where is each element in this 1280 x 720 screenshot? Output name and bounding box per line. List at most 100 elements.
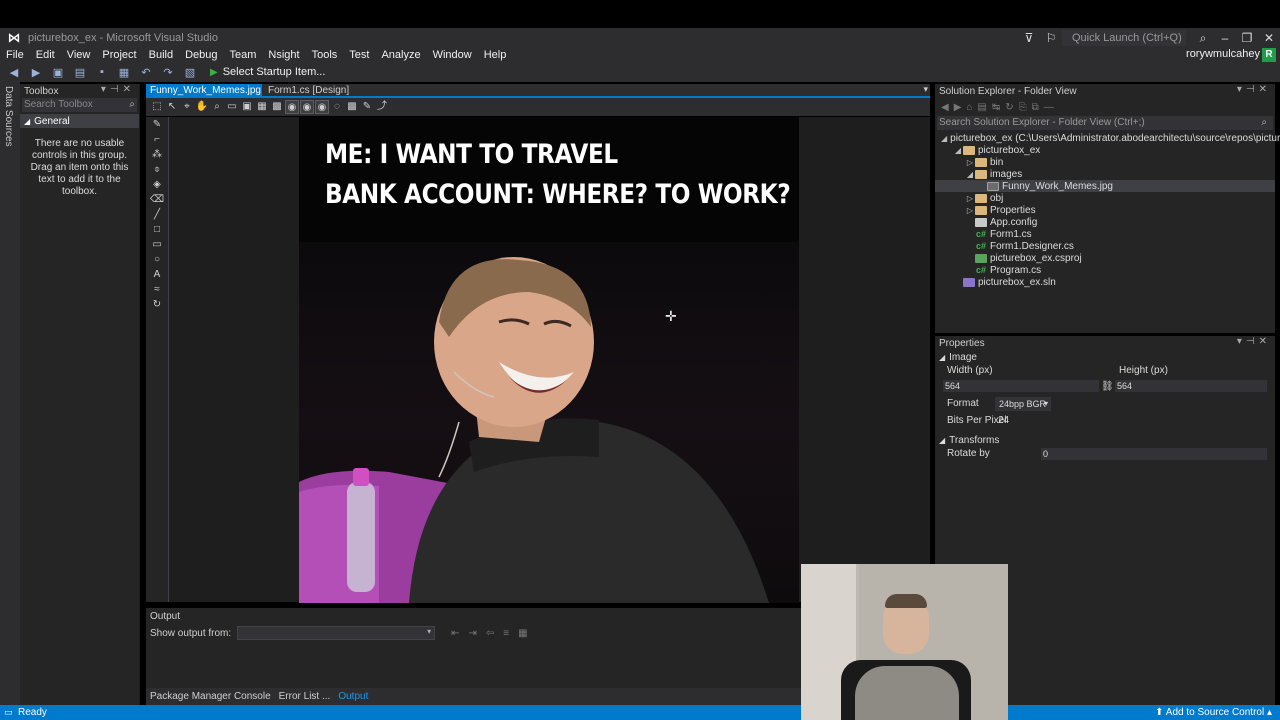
undo-icon[interactable]: ↶ bbox=[138, 64, 154, 80]
brush-icon[interactable]: ⌐ bbox=[146, 132, 168, 147]
tree-item[interactable]: Funny_Work_Memes.jpg bbox=[935, 180, 1275, 192]
panel-pin-close-icons[interactable]: ▾⊣✕ bbox=[101, 84, 135, 95]
account-name[interactable]: rorywmulcahey bbox=[1186, 48, 1260, 60]
filter-icon[interactable]: ⊽ bbox=[1018, 31, 1040, 45]
open-icon[interactable]: ▤ bbox=[72, 64, 88, 80]
new-project-icon[interactable]: ▣ bbox=[50, 64, 66, 80]
menu-window[interactable]: Window bbox=[427, 48, 478, 62]
rounded-rectangle-icon[interactable]: ▭ bbox=[146, 237, 168, 252]
minimize-button[interactable]: – bbox=[1214, 31, 1236, 45]
tree-item[interactable]: ◢ picturebox_ex (C:\Users\Administrator.a… bbox=[935, 132, 1280, 144]
tree-item[interactable]: App.config bbox=[935, 216, 1275, 228]
search-icon[interactable]: ⌕ bbox=[1192, 31, 1214, 46]
background-icon[interactable]: ▩ bbox=[345, 100, 359, 114]
menu-project[interactable]: Project bbox=[96, 48, 142, 62]
menu-view[interactable]: View bbox=[61, 48, 97, 62]
tab-funny-work-memes[interactable]: Funny_Work_Memes.jpg ⊸ ✕ bbox=[146, 84, 262, 110]
advanced-icon[interactable]: ⤴ bbox=[375, 100, 389, 114]
menu-tools[interactable]: Tools bbox=[306, 48, 344, 62]
tree-item[interactable]: picturebox_ex.sln bbox=[935, 276, 1275, 288]
airbrush-icon[interactable]: ⁂ bbox=[146, 147, 168, 162]
menu-analyze[interactable]: Analyze bbox=[375, 48, 426, 62]
menu-nsight[interactable]: Nsight bbox=[262, 48, 305, 62]
add-to-source-control-button[interactable]: ⬆ Add to Source Control ▴ bbox=[1155, 705, 1272, 720]
maximize-button[interactable]: ❐ bbox=[1236, 31, 1258, 45]
category-image[interactable]: ◢ Image bbox=[935, 350, 1275, 364]
expanded-caret-icon[interactable]: ◢ bbox=[965, 170, 975, 179]
menu-test[interactable]: Test bbox=[343, 48, 375, 62]
properties-icon[interactable]: ✎ bbox=[360, 100, 374, 114]
channel-green-icon[interactable]: ◉ bbox=[300, 100, 314, 114]
menu-help[interactable]: Help bbox=[478, 48, 513, 62]
menu-debug[interactable]: Debug bbox=[179, 48, 223, 62]
close-button[interactable]: ✕ bbox=[1258, 31, 1280, 45]
toolbox-search-input[interactable]: Search Toolbox ⌕ bbox=[22, 98, 137, 112]
grid-icon[interactable]: ▦ bbox=[255, 100, 269, 114]
tab-package-manager-console[interactable]: Package Manager Console bbox=[146, 691, 275, 702]
line-icon[interactable]: ╱ bbox=[146, 207, 168, 222]
panel-pin-close-icons[interactable]: ▾⊣✕ bbox=[1237, 84, 1271, 95]
channel-red-icon[interactable]: ◉ bbox=[285, 100, 299, 114]
rotate-input[interactable]: 0 bbox=[1041, 448, 1267, 460]
selection-tool-icon[interactable]: ⬚ bbox=[150, 100, 164, 114]
channel-alpha-icon[interactable]: ◌ bbox=[330, 100, 344, 114]
save-icon[interactable]: ▪ bbox=[94, 64, 110, 80]
toolbox-group-general[interactable]: ◢ General bbox=[20, 114, 139, 128]
fill-icon[interactable]: ◈ bbox=[146, 177, 168, 192]
save-all-icon[interactable]: ▦ bbox=[116, 64, 132, 80]
collapsed-caret-icon[interactable]: ▷ bbox=[965, 206, 975, 215]
output-action-icons[interactable]: ⇤⇥⇦≡▦ bbox=[451, 628, 536, 639]
rectangle-icon[interactable]: □ bbox=[146, 222, 168, 237]
tab-form1-design[interactable]: Form1.cs [Design] bbox=[264, 84, 353, 98]
feedback-icon[interactable]: ⚐ bbox=[1040, 31, 1062, 45]
collapsed-caret-icon[interactable]: ▷ bbox=[965, 158, 975, 167]
data-sources-tab[interactable]: Data Sources bbox=[3, 86, 14, 147]
rotate-icon[interactable]: ↻ bbox=[146, 297, 168, 312]
back-icon[interactable]: ◀ bbox=[6, 64, 22, 80]
panel-pin-close-icons[interactable]: ▾⊣✕ bbox=[1237, 336, 1271, 347]
output-source-select[interactable]: ▾ bbox=[237, 626, 436, 640]
collapsed-caret-icon[interactable]: ▷ bbox=[965, 194, 975, 203]
tab-overflow-icon[interactable]: ▾ bbox=[923, 84, 928, 95]
pencil-icon[interactable]: ✎ bbox=[146, 117, 168, 132]
start-button[interactable]: ▶ Select Startup Item... bbox=[210, 66, 325, 78]
forward-icon[interactable]: ▶ bbox=[28, 64, 44, 80]
menu-edit[interactable]: Edit bbox=[30, 48, 61, 62]
solution-explorer-toolbar[interactable]: ◀▶⌂▤↹↻⎘⧉— bbox=[935, 98, 1275, 116]
zoom-icon[interactable]: ⌕ bbox=[210, 100, 224, 114]
account-avatar[interactable]: R bbox=[1262, 48, 1276, 62]
tab-error-list[interactable]: Error List ... bbox=[275, 691, 335, 702]
attach-icon[interactable]: ▧ bbox=[182, 64, 198, 80]
eraser-icon[interactable]: ⌫ bbox=[146, 192, 168, 207]
tree-item[interactable]: picturebox_ex.csproj bbox=[935, 252, 1275, 264]
pan-icon[interactable]: ✋ bbox=[195, 100, 209, 114]
quick-launch-input[interactable]: Quick Launch (Ctrl+Q) bbox=[1062, 30, 1186, 46]
expanded-caret-icon[interactable]: ◢ bbox=[941, 134, 947, 143]
solution-explorer-search-input[interactable]: Search Solution Explorer - Folder View (… bbox=[937, 116, 1273, 130]
tree-item[interactable]: ◢ images bbox=[935, 168, 1275, 180]
tab-output[interactable]: Output bbox=[334, 691, 372, 702]
tree-item[interactable]: ▷ Properties bbox=[935, 204, 1275, 216]
fit-icon[interactable]: ▣ bbox=[240, 100, 254, 114]
expanded-caret-icon[interactable]: ◢ bbox=[953, 146, 963, 155]
link-icon[interactable]: ⛓ bbox=[1101, 380, 1114, 394]
lasso-icon[interactable]: ↖ bbox=[165, 100, 179, 114]
channel-blue-icon[interactable]: ◉ bbox=[315, 100, 329, 114]
format-select[interactable]: 24bpp BGR ▾ bbox=[995, 397, 1051, 411]
menu-file[interactable]: File bbox=[0, 48, 30, 62]
tree-item[interactable]: c# Form1.cs bbox=[935, 228, 1275, 240]
tree-item[interactable]: c# Form1.Designer.cs bbox=[935, 240, 1275, 252]
ellipse-icon[interactable]: ○ bbox=[146, 252, 168, 267]
category-transforms[interactable]: ◢ Transforms bbox=[935, 433, 1275, 447]
tree-item[interactable]: ▷ obj bbox=[935, 192, 1275, 204]
menu-team[interactable]: Team bbox=[224, 48, 263, 62]
magic-wand-icon[interactable]: ⌖ bbox=[180, 100, 194, 114]
menu-build[interactable]: Build bbox=[143, 48, 179, 62]
smudge-icon[interactable]: ≈ bbox=[146, 282, 168, 297]
actual-size-icon[interactable]: ▭ bbox=[225, 100, 239, 114]
tree-item[interactable]: ◢ picturebox_ex bbox=[935, 144, 1275, 156]
tree-item[interactable]: ▷ bin bbox=[935, 156, 1275, 168]
redo-icon[interactable]: ↷ bbox=[160, 64, 176, 80]
eyedropper-icon[interactable]: ⌽ bbox=[146, 162, 168, 177]
tree-item[interactable]: c# Program.cs bbox=[935, 264, 1275, 276]
